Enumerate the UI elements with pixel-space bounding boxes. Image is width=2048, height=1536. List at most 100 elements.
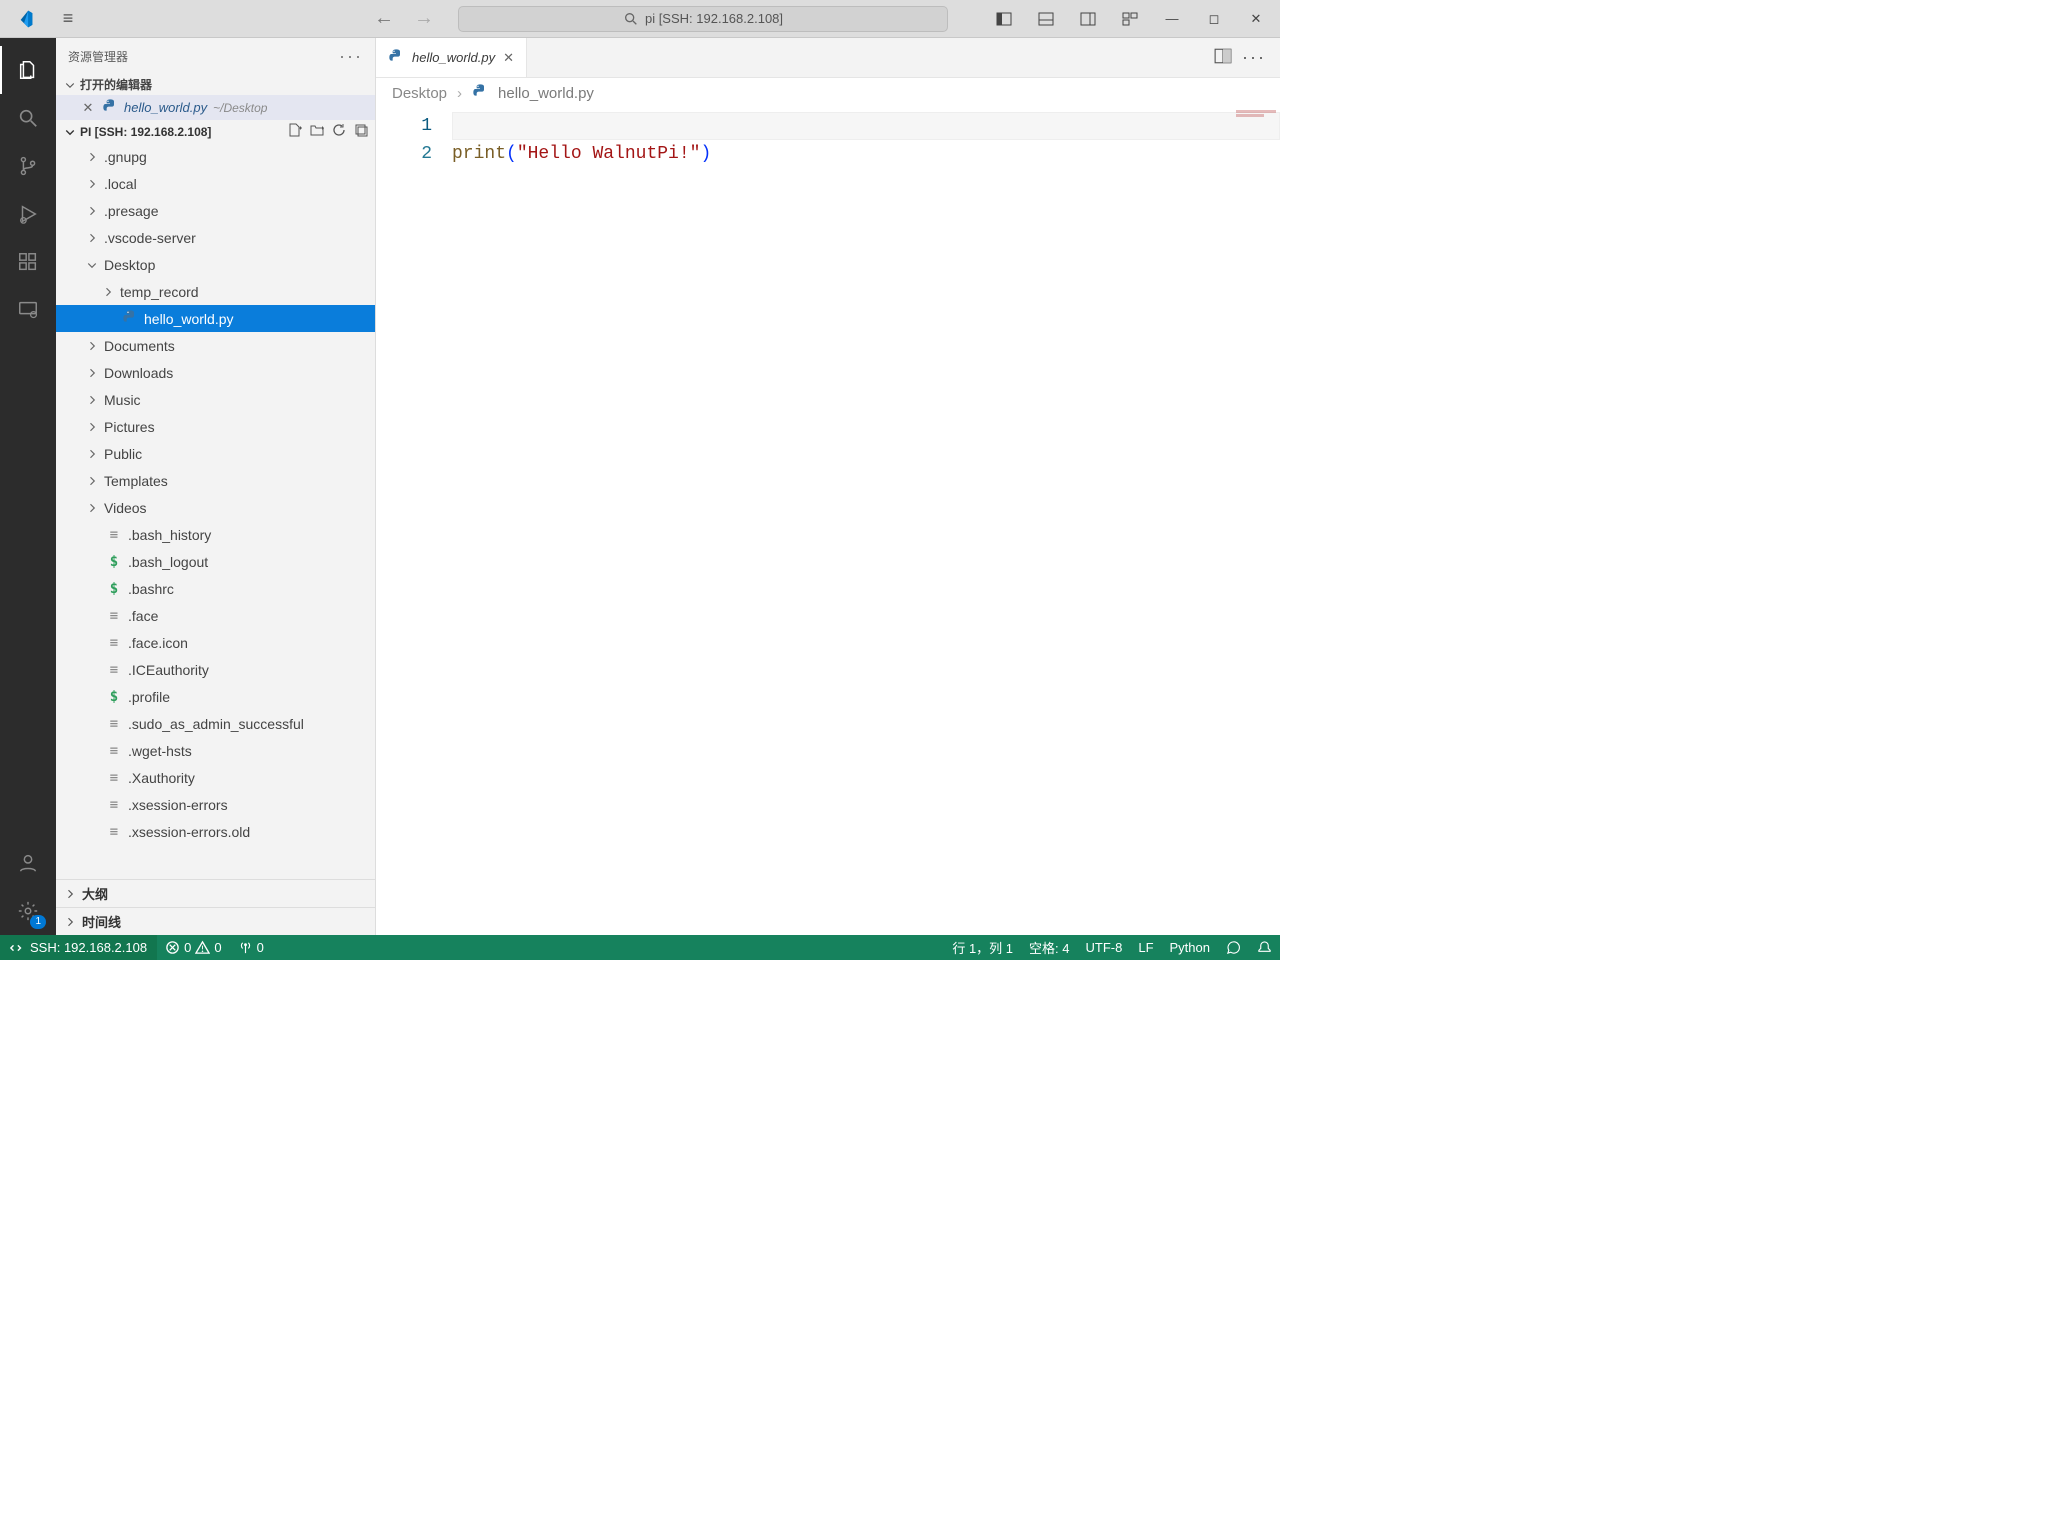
workspace-header[interactable]: PI [SSH: 192.168.2.108]	[56, 120, 375, 143]
minimap[interactable]	[1236, 110, 1276, 120]
code-editor[interactable]: 1 2 print("Hello WalnutPi!")	[376, 108, 1280, 935]
status-language[interactable]: Python	[1162, 940, 1218, 955]
folder-item[interactable]: temp_record	[56, 278, 375, 305]
open-editor-name: hello_world.py	[124, 100, 207, 115]
file-item[interactable]: ≡.Xauthority	[56, 764, 375, 791]
file-item[interactable]: ≡.wget-hsts	[56, 737, 375, 764]
file-item[interactable]: ≡.face.icon	[56, 629, 375, 656]
folder-item[interactable]: Public	[56, 440, 375, 467]
open-editors-section[interactable]: 打开的编辑器	[56, 74, 375, 95]
tree-item-label: Videos	[104, 500, 147, 516]
nav-back-button[interactable]: ←	[368, 7, 400, 30]
file-item[interactable]: $.profile	[56, 683, 375, 710]
window-minimize-button[interactable]: ―	[1152, 1, 1192, 37]
close-editor-button[interactable]: ✕	[80, 100, 96, 116]
breadcrumb-file[interactable]: hello_world.py	[498, 85, 594, 102]
folder-item[interactable]: .presage	[56, 197, 375, 224]
folder-item[interactable]: Downloads	[56, 359, 375, 386]
nav-forward-button[interactable]: →	[408, 7, 440, 30]
layout-secondary-sidebar-icon[interactable]	[1068, 1, 1108, 37]
status-line-col[interactable]: 行 1，列 1	[944, 938, 1021, 957]
tree-item-label: Music	[104, 392, 141, 408]
open-editor-item[interactable]: ✕ hello_world.py ~/Desktop	[56, 95, 375, 120]
folder-item[interactable]: Videos	[56, 494, 375, 521]
tree-item-label: .xsession-errors	[128, 797, 228, 813]
refresh-button[interactable]	[331, 122, 347, 141]
folder-item[interactable]: Music	[56, 386, 375, 413]
file-item[interactable]: ≡.bash_history	[56, 521, 375, 548]
code-line-2[interactable]: print("Hello WalnutPi!")	[452, 140, 1280, 168]
settings-badge: 1	[30, 915, 46, 929]
folder-item[interactable]: .local	[56, 170, 375, 197]
new-file-button[interactable]	[287, 122, 303, 141]
layout-customize-icon[interactable]	[1110, 1, 1150, 37]
folder-item[interactable]: Templates	[56, 467, 375, 494]
window-close-button[interactable]: ✕	[1236, 1, 1276, 37]
tree-item-label: .bash_history	[128, 527, 211, 543]
activity-search[interactable]	[0, 94, 56, 142]
files-icon	[17, 59, 39, 81]
file-item[interactable]: hello_world.py	[56, 305, 375, 332]
line-number: 2	[376, 140, 432, 168]
tree-item-label: .Xauthority	[128, 770, 195, 786]
code-line-1[interactable]	[452, 112, 1280, 140]
shell-file-icon: $	[106, 554, 122, 570]
file-item[interactable]: ≡.xsession-errors	[56, 791, 375, 818]
file-item[interactable]: $.bash_logout	[56, 548, 375, 575]
layout-primary-sidebar-icon[interactable]	[984, 1, 1024, 37]
tree-item-label: Pictures	[104, 419, 155, 435]
status-feedback[interactable]	[1218, 940, 1249, 955]
editor-more-button[interactable]: ···	[1242, 47, 1266, 68]
file-tree[interactable]: .gnupg.local.presage.vscode-serverDeskto…	[56, 143, 375, 879]
tree-item-label: .sudo_as_admin_successful	[128, 716, 304, 732]
layout-panel-icon[interactable]	[1026, 1, 1066, 37]
status-encoding[interactable]: UTF-8	[1078, 940, 1131, 955]
outline-section[interactable]: 大纲	[56, 879, 375, 907]
folder-item[interactable]: Pictures	[56, 413, 375, 440]
sidebar-more-button[interactable]: ···	[339, 46, 363, 67]
new-folder-button[interactable]	[309, 122, 325, 141]
breadcrumb-root[interactable]: Desktop	[392, 85, 447, 102]
file-item[interactable]: $.bashrc	[56, 575, 375, 602]
activity-run-debug[interactable]	[0, 190, 56, 238]
status-notifications[interactable]	[1249, 940, 1280, 955]
file-item[interactable]: ≡.face	[56, 602, 375, 629]
status-ports[interactable]: 0	[230, 940, 272, 955]
activity-extensions[interactable]	[0, 238, 56, 286]
folder-item[interactable]: .gnupg	[56, 143, 375, 170]
folder-item[interactable]: Desktop	[56, 251, 375, 278]
split-editor-button[interactable]	[1214, 47, 1232, 68]
chevron-right-icon	[64, 888, 76, 900]
tab-hello-world[interactable]: hello_world.py ✕	[376, 38, 527, 77]
tree-item-label: hello_world.py	[144, 311, 234, 327]
app-menu-button[interactable]: ≡	[48, 8, 88, 29]
tree-item-label: Public	[104, 446, 142, 462]
code-content[interactable]: print("Hello WalnutPi!")	[452, 108, 1280, 935]
window-maximize-button[interactable]: ◻	[1194, 1, 1234, 37]
activity-accounts[interactable]	[0, 839, 56, 887]
timeline-section[interactable]: 时间线	[56, 907, 375, 935]
status-indent[interactable]: 空格: 4	[1021, 938, 1077, 957]
activity-explorer[interactable]	[0, 46, 56, 94]
status-eol[interactable]: LF	[1130, 940, 1161, 955]
file-item[interactable]: ≡.xsession-errors.old	[56, 818, 375, 845]
sidebar-header: 资源管理器 ···	[56, 38, 375, 74]
breadcrumb[interactable]: Desktop › hello_world.py	[376, 78, 1280, 108]
activity-source-control[interactable]	[0, 142, 56, 190]
activity-remote-explorer[interactable]	[0, 286, 56, 334]
activity-settings[interactable]: 1	[0, 887, 56, 935]
folder-item[interactable]: Documents	[56, 332, 375, 359]
file-item[interactable]: ≡.sudo_as_admin_successful	[56, 710, 375, 737]
file-item[interactable]: ≡.ICEauthority	[56, 656, 375, 683]
status-remote[interactable]: SSH: 192.168.2.108	[0, 935, 157, 960]
status-bar: SSH: 192.168.2.108 0 0 0 行 1，列 1 空格: 4 U…	[0, 935, 1280, 960]
command-center-search[interactable]: pi [SSH: 192.168.2.108]	[458, 6, 948, 32]
tab-close-button[interactable]: ✕	[503, 50, 514, 66]
tab-label: hello_world.py	[412, 50, 495, 65]
chevron-right-icon	[64, 916, 76, 928]
collapse-all-button[interactable]	[353, 122, 369, 141]
status-problems[interactable]: 0 0	[157, 940, 229, 955]
tree-item-label: Downloads	[104, 365, 173, 381]
folder-item[interactable]: .vscode-server	[56, 224, 375, 251]
text-file-icon: ≡	[106, 662, 122, 678]
